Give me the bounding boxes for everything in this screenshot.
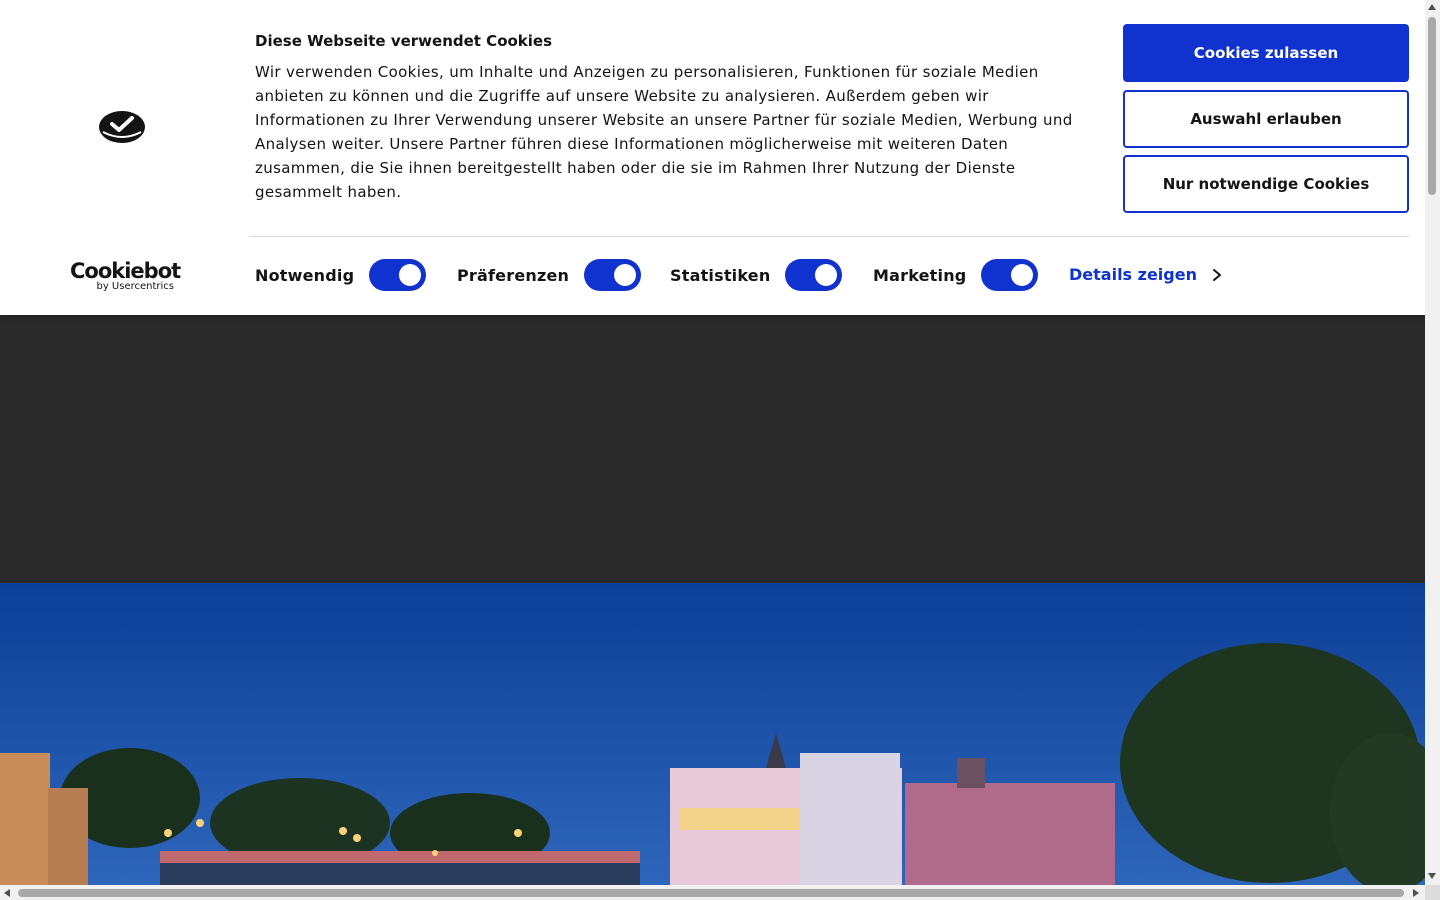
scroll-right-arrow-icon[interactable] <box>1413 889 1419 897</box>
show-details-link[interactable]: Details zeigen <box>1069 265 1223 284</box>
hero-scene <box>0 583 1425 885</box>
consent-label-marketing: Marketing <box>873 265 967 285</box>
toggle-necessary[interactable] <box>369 259 427 291</box>
horizontal-scroll-thumb[interactable] <box>18 889 1404 897</box>
scrollbar-corner <box>1425 885 1440 900</box>
cookie-banner-title: Diese Webseite verwendet Cookies <box>255 32 553 50</box>
chevron-right-icon <box>1212 268 1221 281</box>
brand-name: Cookiebot <box>70 259 181 283</box>
scroll-up-arrow-icon[interactable] <box>1428 4 1436 10</box>
consent-label-preferences: Präferenzen <box>457 265 570 285</box>
consent-label-necessary: Notwendig <box>255 265 355 285</box>
consent-preferences: Präferenzen <box>457 258 642 292</box>
allow-all-cookies-button[interactable]: Cookies zulassen <box>1123 24 1409 82</box>
scroll-left-arrow-icon[interactable] <box>4 889 10 897</box>
toggle-statistics[interactable] <box>785 259 843 291</box>
vertical-scroll-thumb[interactable] <box>1428 17 1436 195</box>
hero-image <box>0 583 1425 885</box>
toggle-preferences[interactable] <box>584 259 642 291</box>
consent-necessary: Notwendig <box>255 258 427 292</box>
cookie-banner: Cookiebot by Usercentrics Diese Webseite… <box>0 0 1425 315</box>
cookiebot-brand: Cookiebot by Usercentrics <box>70 259 181 294</box>
necessary-only-button[interactable]: Nur notwendige Cookies <box>1123 155 1409 213</box>
scroll-down-arrow-icon[interactable] <box>1428 873 1436 879</box>
toggle-knob <box>1011 264 1034 286</box>
toggle-knob <box>399 264 422 286</box>
toggle-knob <box>815 264 838 286</box>
horizontal-scrollbar[interactable] <box>0 885 1425 900</box>
cookiebot-logo-icon <box>99 111 145 143</box>
allow-selection-button[interactable]: Auswahl erlauben <box>1123 90 1409 148</box>
toggle-knob <box>614 264 637 286</box>
show-details-label: Details zeigen <box>1069 265 1197 284</box>
header-area <box>0 315 1425 583</box>
consent-label-statistics: Statistiken <box>670 265 771 285</box>
vertical-scrollbar[interactable] <box>1425 0 1440 885</box>
consent-marketing: Marketing <box>873 258 1039 292</box>
cookie-banner-text: Wir verwenden Cookies, um Inhalte und An… <box>255 63 1073 201</box>
toggle-marketing[interactable] <box>981 259 1039 291</box>
consent-statistics: Statistiken <box>670 258 843 292</box>
divider <box>249 236 1409 237</box>
